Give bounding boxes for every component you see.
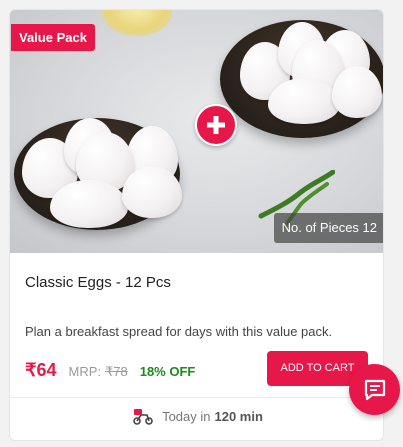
mrp-label: MRP: xyxy=(68,364,101,379)
egg xyxy=(268,78,340,124)
product-image[interactable]: Value Pack No. of Pieces 12 xyxy=(10,10,383,253)
egg xyxy=(332,66,382,118)
divider xyxy=(10,397,383,398)
oil-glass-image xyxy=(102,10,172,36)
value-pack-badge: Value Pack xyxy=(11,24,95,51)
delivery-time: 120 min xyxy=(214,408,263,424)
delivery-prefix: Today in xyxy=(162,408,211,424)
selling-price: ₹64 xyxy=(25,360,57,380)
scooter-icon xyxy=(133,409,153,425)
product-card[interactable]: Value Pack No. of Pieces 12 Classic Eggs… xyxy=(9,9,384,441)
delivery-info: Today in 120 min xyxy=(10,405,383,427)
product-title[interactable]: Classic Eggs - 12 Pcs xyxy=(25,274,171,291)
egg xyxy=(122,166,182,218)
plus-icon xyxy=(195,104,237,146)
pieces-label: No. of Pieces 12 xyxy=(273,213,383,243)
chat-icon xyxy=(364,379,385,400)
chat-button[interactable] xyxy=(349,364,400,415)
discount-label: 18% OFF xyxy=(139,364,196,379)
mrp-price: ₹78 xyxy=(104,364,128,379)
price-row: ₹64 MRP: ₹78 18% OFF xyxy=(25,360,195,380)
egg-bowl-left xyxy=(14,118,182,230)
egg-bowl-right xyxy=(220,20,383,138)
product-description: Plan a breakfast spread for days with th… xyxy=(25,324,333,339)
egg xyxy=(50,180,128,228)
